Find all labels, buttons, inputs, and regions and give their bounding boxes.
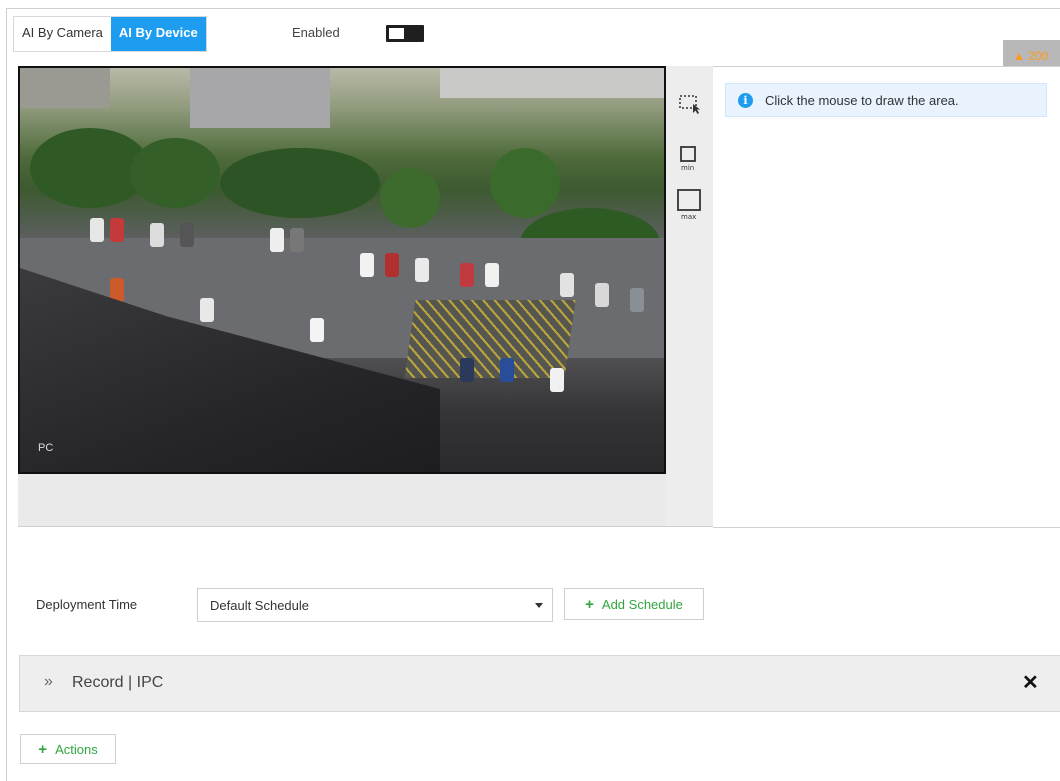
record-title: Record | IPC bbox=[72, 674, 164, 691]
min-target-icon[interactable]: min bbox=[676, 144, 702, 172]
video-preview[interactable]: PC bbox=[18, 66, 666, 474]
channel-label: PC bbox=[38, 442, 54, 454]
min-label: min bbox=[681, 164, 694, 172]
tab-ai-by-device[interactable]: AI By Device bbox=[110, 17, 206, 51]
max-label: max bbox=[681, 213, 696, 221]
deployment-time-label: Deployment Time bbox=[36, 597, 138, 612]
record-action-row[interactable]: » Record | IPC ✕ bbox=[19, 655, 1060, 712]
expand-chevron-icon[interactable]: » bbox=[44, 673, 53, 691]
info-icon: i bbox=[738, 92, 753, 108]
close-icon[interactable]: ✕ bbox=[1022, 670, 1039, 695]
max-target-icon[interactable]: max bbox=[676, 188, 702, 221]
warning-count: 200 bbox=[1028, 49, 1049, 63]
info-panel: i Click the mouse to draw the area. bbox=[713, 66, 1060, 528]
draw-toolbar: min max bbox=[666, 66, 713, 527]
plus-icon: + bbox=[38, 740, 48, 758]
toggle-knob bbox=[389, 28, 404, 39]
add-actions-button[interactable]: + Actions bbox=[20, 734, 116, 764]
actions-label: Actions bbox=[55, 741, 98, 757]
schedule-select[interactable]: Default Schedule bbox=[197, 588, 553, 622]
chevron-down-icon bbox=[535, 603, 543, 608]
plus-icon: + bbox=[585, 595, 594, 613]
info-text: Click the mouse to draw the area. bbox=[765, 92, 959, 108]
draw-area-icon[interactable] bbox=[676, 90, 702, 116]
add-schedule-button[interactable]: + Add Schedule bbox=[564, 588, 704, 620]
enabled-label: Enabled bbox=[292, 25, 340, 40]
add-schedule-label: Add Schedule bbox=[601, 596, 683, 612]
info-message: i Click the mouse to draw the area. bbox=[725, 83, 1047, 117]
warning-icon: ▲ bbox=[1013, 49, 1025, 63]
mode-tabs: AI By Camera AI By Device bbox=[13, 16, 207, 52]
enabled-toggle[interactable] bbox=[386, 25, 424, 42]
tab-ai-by-camera[interactable]: AI By Camera bbox=[14, 17, 111, 51]
schedule-select-value: Default Schedule bbox=[210, 598, 310, 613]
